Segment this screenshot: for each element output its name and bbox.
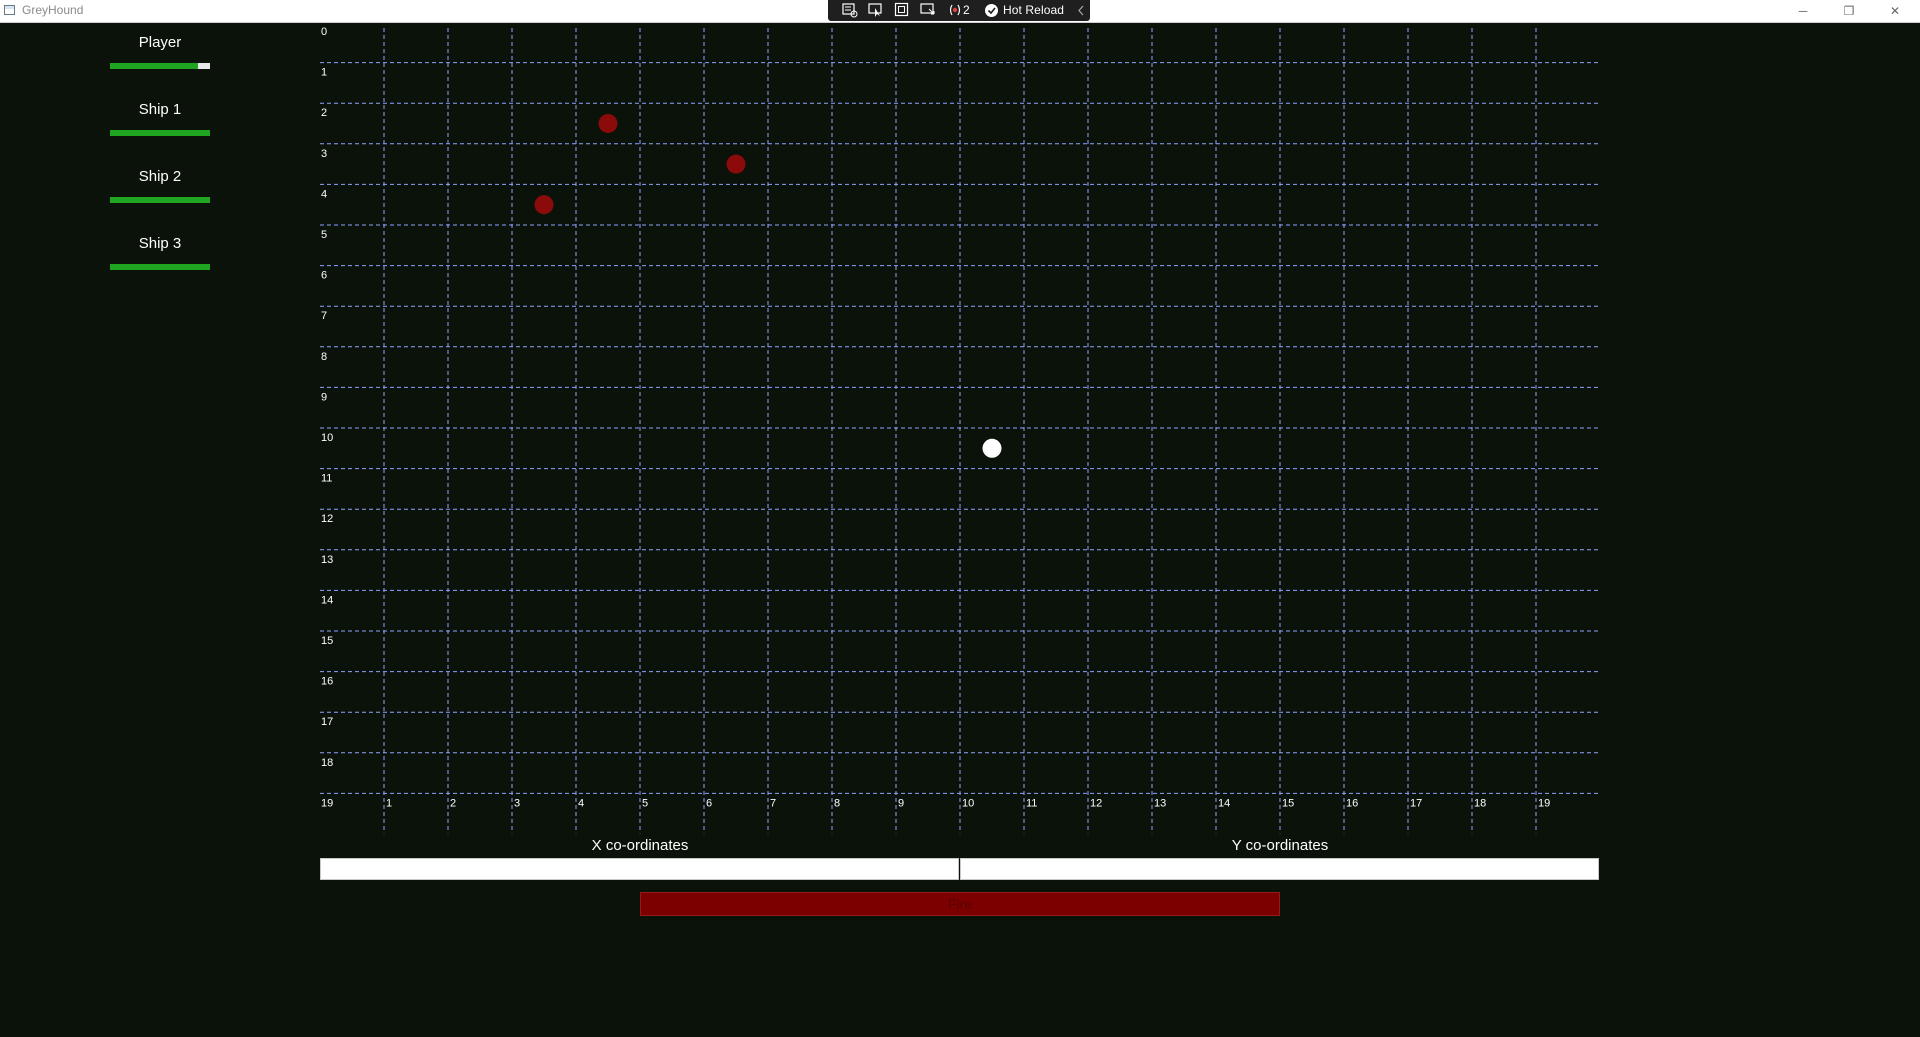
fire-button[interactable]: Fire	[640, 892, 1280, 916]
row-label: 4	[321, 188, 327, 200]
row-label: 6	[321, 270, 327, 282]
row-label: 2	[321, 107, 327, 119]
column-label: 16	[1346, 797, 1358, 809]
column-label: 13	[1154, 797, 1166, 809]
player-ship-marker	[982, 438, 1002, 458]
row-label: 14	[321, 594, 333, 606]
row-label: 0	[321, 26, 327, 38]
row-label: 3	[321, 148, 327, 160]
row-label: 16	[321, 676, 333, 688]
row-label: 19	[321, 797, 333, 809]
row-label: 17	[321, 716, 333, 728]
column-label: 7	[770, 797, 776, 809]
game-grid[interactable]: 012345678910111213141516171819 123456789…	[0, 0, 1920, 1037]
row-label: 13	[321, 554, 333, 566]
column-label: 9	[898, 797, 904, 809]
column-label: 5	[642, 797, 648, 809]
column-label: 19	[1538, 797, 1550, 809]
column-labels: 1 2 3 4 5 6 7 8 9 10 11 12 13 14 15 16 17 18 19	[386, 797, 1550, 809]
row-label: 12	[321, 513, 333, 525]
row-label: 8	[321, 351, 327, 363]
column-label: 14	[1218, 797, 1230, 809]
enemy-ship-marker	[598, 114, 618, 133]
column-label: 2	[450, 797, 456, 809]
column-label: 10	[962, 797, 974, 809]
x-coordinate-input[interactable]	[320, 858, 959, 880]
column-label: 6	[706, 797, 712, 809]
row-label: 5	[321, 229, 327, 241]
row-label: 7	[321, 310, 327, 322]
y-coordinates-label: Y co-ordinates	[1231, 837, 1329, 854]
column-label: 3	[514, 797, 520, 809]
row-label: 10	[321, 432, 333, 444]
column-label: 4	[578, 797, 584, 809]
column-label: 15	[1282, 797, 1294, 809]
row-label: 18	[321, 757, 333, 769]
column-label: 17	[1410, 797, 1422, 809]
x-coordinates-label: X co-ordinates	[591, 837, 689, 854]
y-coordinate-input[interactable]	[960, 858, 1599, 880]
enemy-ship-marker	[534, 195, 554, 215]
row-label: 1	[321, 67, 327, 79]
enemy-ship-marker	[726, 154, 746, 174]
row-label: 11	[321, 473, 332, 485]
column-label: 8	[834, 797, 840, 809]
column-label: 18	[1474, 797, 1486, 809]
row-label: 15	[321, 635, 333, 647]
column-label: 11	[1026, 797, 1037, 809]
grid-lines	[320, 28, 1600, 834]
column-label: 1	[386, 797, 392, 809]
row-label: 9	[321, 391, 327, 403]
column-label: 12	[1090, 797, 1102, 809]
